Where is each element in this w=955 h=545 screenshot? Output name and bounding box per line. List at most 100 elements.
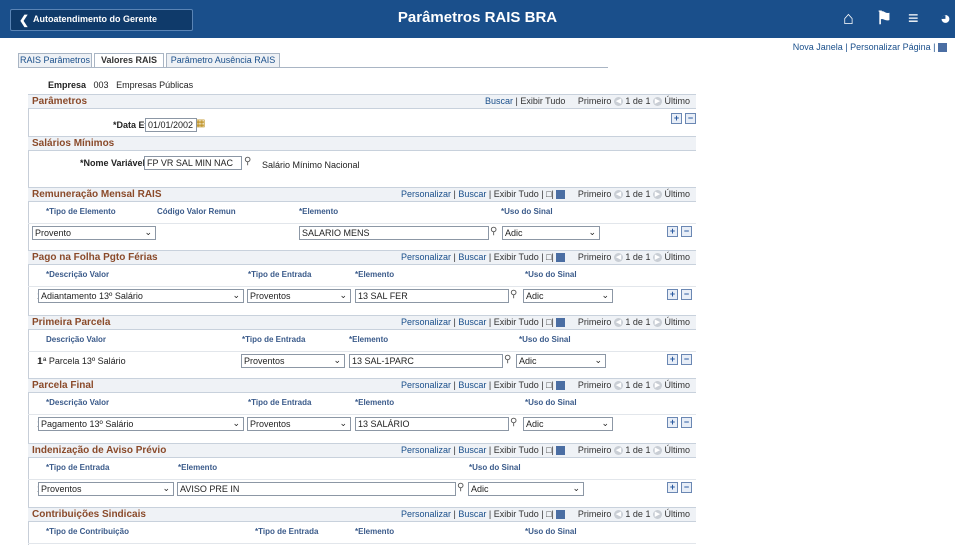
prev-arrow-icon[interactable]: ◀ bbox=[613, 253, 623, 263]
buscar-link[interactable]: Buscar bbox=[458, 317, 486, 327]
buscar-link[interactable]: Buscar bbox=[458, 189, 486, 199]
add-row-icon[interactable]: + bbox=[667, 417, 678, 428]
exibir-tudo-link[interactable]: Exibir Tudo bbox=[494, 252, 539, 262]
ultimo-label[interactable]: Último bbox=[664, 96, 690, 106]
ultimo-label[interactable]: Último bbox=[664, 189, 690, 199]
next-arrow-icon[interactable]: ▶ bbox=[652, 318, 662, 328]
next-arrow-icon[interactable]: ▶ bbox=[652, 510, 662, 520]
personalizar-link[interactable]: Personalizar bbox=[401, 189, 451, 199]
buscar-link[interactable]: Buscar bbox=[458, 445, 486, 455]
zoom-icon[interactable]: □ bbox=[546, 189, 551, 199]
download-grid-icon[interactable] bbox=[556, 381, 566, 391]
exibir-tudo-link[interactable]: Exibir Tudo bbox=[494, 445, 539, 455]
download-grid-icon[interactable] bbox=[556, 190, 566, 200]
grid-icon[interactable] bbox=[938, 43, 947, 53]
prev-arrow-icon[interactable]: ◀ bbox=[613, 97, 623, 107]
exibir-tudo-link[interactable]: Exibir Tudo bbox=[494, 380, 539, 390]
primeiro-label[interactable]: Primeiro bbox=[578, 96, 612, 106]
select-field[interactable]: Provento ⌄ bbox=[32, 226, 156, 240]
prev-arrow-icon[interactable]: ◀ bbox=[613, 190, 623, 200]
search-icon[interactable]: ⚲ bbox=[244, 156, 251, 167]
ultimo-label[interactable]: Último bbox=[664, 445, 690, 455]
date-input[interactable]: 01/01/2002 bbox=[145, 118, 197, 132]
add-row-icon[interactable]: + bbox=[667, 482, 678, 493]
element-input[interactable]: 13 SAL-1PARC bbox=[349, 354, 503, 368]
ultimo-label[interactable]: Último bbox=[664, 380, 690, 390]
personalizar-link[interactable]: Personalizar bbox=[401, 509, 451, 519]
remove-row-icon[interactable]: − bbox=[681, 354, 692, 365]
personalizar-link[interactable]: Personalizar bbox=[401, 252, 451, 262]
download-grid-icon[interactable] bbox=[556, 253, 566, 263]
element-input[interactable]: 13 SALÁRIO bbox=[355, 417, 509, 431]
primeiro-label[interactable]: Primeiro bbox=[578, 380, 612, 390]
ultimo-label[interactable]: Último bbox=[664, 509, 690, 519]
next-arrow-icon[interactable]: ▶ bbox=[652, 446, 662, 456]
personalizar-link[interactable]: Personalizar bbox=[401, 380, 451, 390]
ultimo-label[interactable]: Último bbox=[664, 252, 690, 262]
next-arrow-icon[interactable]: ▶ bbox=[652, 253, 662, 263]
remove-row-icon[interactable]: − bbox=[685, 113, 696, 124]
select-field[interactable]: Pagamento 13º Salário ⌄ bbox=[38, 417, 244, 431]
sign-use-select[interactable]: Adic ⌄ bbox=[516, 354, 606, 368]
prev-arrow-icon[interactable]: ◀ bbox=[613, 510, 623, 520]
personalizar-link[interactable]: Personalizar bbox=[401, 317, 451, 327]
search-icon[interactable]: ⚲ bbox=[504, 354, 511, 365]
buscar-link[interactable]: Buscar bbox=[458, 380, 486, 390]
buscar-link[interactable]: Buscar bbox=[458, 509, 486, 519]
personalizar-link[interactable]: Personalizar bbox=[401, 445, 451, 455]
navbar-icon[interactable]: ◕ bbox=[940, 8, 951, 29]
add-row-icon[interactable]: + bbox=[667, 354, 678, 365]
calendar-icon[interactable]: ▦ bbox=[196, 118, 205, 129]
search-icon[interactable]: ⚲ bbox=[510, 289, 517, 300]
zoom-icon[interactable]: □ bbox=[546, 509, 551, 519]
search-icon[interactable]: ⚲ bbox=[457, 482, 464, 493]
menu-icon[interactable]: ≡ bbox=[908, 8, 919, 29]
select-field[interactable]: Proventos ⌄ bbox=[38, 482, 174, 496]
next-arrow-icon[interactable]: ▶ bbox=[652, 190, 662, 200]
primeiro-label[interactable]: Primeiro bbox=[578, 445, 612, 455]
download-grid-icon[interactable] bbox=[556, 510, 566, 520]
sign-use-select[interactable]: Adic ⌄ bbox=[523, 289, 613, 303]
select-field[interactable]: Adiantamento 13º Salário ⌄ bbox=[38, 289, 244, 303]
primeiro-label[interactable]: Primeiro bbox=[578, 509, 612, 519]
ultimo-label[interactable]: Último bbox=[664, 317, 690, 327]
home-icon[interactable]: ⌂ bbox=[843, 8, 854, 29]
prev-arrow-icon[interactable]: ◀ bbox=[613, 446, 623, 456]
tab-ausencia-rais[interactable]: Parâmetro Ausência RAIS bbox=[166, 53, 280, 67]
remove-row-icon[interactable]: − bbox=[681, 482, 692, 493]
add-row-icon[interactable]: + bbox=[671, 113, 682, 124]
element-input[interactable]: SALARIO MENS bbox=[299, 226, 489, 240]
next-arrow-icon[interactable]: ▶ bbox=[652, 381, 662, 391]
entry-type-select[interactable]: Proventos ⌄ bbox=[247, 289, 351, 303]
search-icon[interactable]: ⚲ bbox=[490, 226, 497, 237]
zoom-icon[interactable]: □ bbox=[546, 252, 551, 262]
element-input[interactable]: 13 SAL FER bbox=[355, 289, 509, 303]
exibir-tudo-link[interactable]: Exibir Tudo bbox=[494, 317, 539, 327]
prev-arrow-icon[interactable]: ◀ bbox=[613, 381, 623, 391]
search-icon[interactable]: ⚲ bbox=[510, 417, 517, 428]
primeiro-label[interactable]: Primeiro bbox=[578, 252, 612, 262]
zoom-icon[interactable]: □ bbox=[546, 380, 551, 390]
zoom-icon[interactable]: □ bbox=[546, 445, 551, 455]
remove-row-icon[interactable]: − bbox=[681, 226, 692, 237]
tab-valores-rais[interactable]: Valores RAIS bbox=[94, 53, 164, 68]
sign-use-select[interactable]: Adic ⌄ bbox=[523, 417, 613, 431]
add-row-icon[interactable]: + bbox=[667, 289, 678, 300]
new-window-link[interactable]: Nova Janela bbox=[793, 42, 843, 52]
add-row-icon[interactable]: + bbox=[667, 226, 678, 237]
primeiro-label[interactable]: Primeiro bbox=[578, 189, 612, 199]
download-grid-icon[interactable] bbox=[556, 446, 566, 456]
exibir-tudo-link[interactable]: Exibir Tudo bbox=[520, 96, 565, 106]
download-grid-icon[interactable] bbox=[556, 318, 566, 328]
sign-use-select[interactable]: Adic ⌄ bbox=[502, 226, 600, 240]
element-input[interactable]: AVISO PRE IN bbox=[177, 482, 456, 496]
buscar-link[interactable]: Buscar bbox=[485, 96, 513, 106]
tab-rais-parametros[interactable]: RAIS Parâmetros bbox=[18, 53, 92, 67]
remove-row-icon[interactable]: − bbox=[681, 289, 692, 300]
buscar-link[interactable]: Buscar bbox=[458, 252, 486, 262]
flag-icon[interactable]: ⚑ bbox=[876, 8, 892, 29]
primeiro-label[interactable]: Primeiro bbox=[578, 317, 612, 327]
next-arrow-icon[interactable]: ▶ bbox=[652, 97, 662, 107]
zoom-icon[interactable]: □ bbox=[546, 317, 551, 327]
exibir-tudo-link[interactable]: Exibir Tudo bbox=[494, 509, 539, 519]
